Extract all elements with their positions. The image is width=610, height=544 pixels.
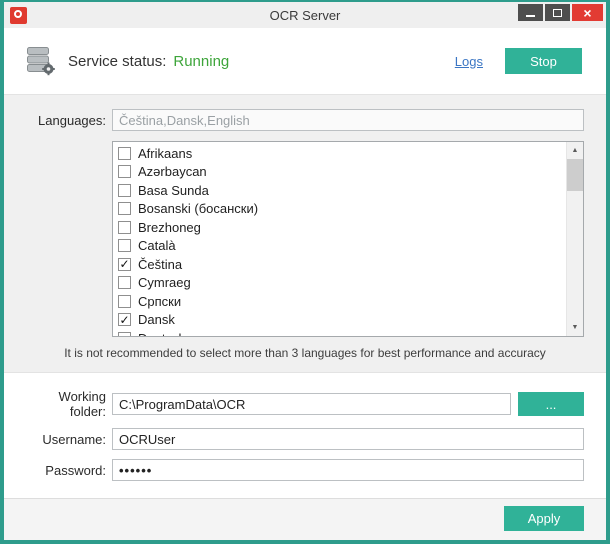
working-folder-label: Working folder:: [26, 389, 106, 419]
language-item[interactable]: Afrikaans: [113, 144, 566, 163]
language-item[interactable]: Deutsch: [113, 329, 566, 336]
username-label: Username:: [26, 432, 106, 447]
working-folder-input[interactable]: [112, 393, 511, 415]
scrollbar-thumb[interactable]: [567, 159, 583, 191]
language-item[interactable]: Basa Sunda: [113, 181, 566, 200]
language-item-label: Deutsch: [138, 331, 186, 336]
checkbox-unchecked-icon[interactable]: [118, 276, 131, 289]
language-list: Afrikaans Azərbaycan Basa Sunda Bosanski (б…: [113, 142, 566, 336]
checkbox-unchecked-icon[interactable]: [118, 221, 131, 234]
apply-button[interactable]: Apply: [504, 506, 584, 531]
checkbox-unchecked-icon[interactable]: [118, 147, 131, 160]
languages-panel: Languages: Afrikaans Azərbaycan Basa Sunda…: [4, 94, 606, 373]
checkbox-unchecked-icon[interactable]: [118, 239, 131, 252]
languages-label: Languages:: [26, 113, 106, 128]
password-input[interactable]: [112, 459, 584, 481]
language-item-label: Čeština: [138, 257, 182, 272]
language-item-label: Dansk: [138, 312, 175, 327]
language-item[interactable]: Azərbaycan: [113, 163, 566, 182]
checkbox-checked-icon[interactable]: ✓: [118, 313, 131, 326]
minimize-icon: [526, 15, 535, 17]
language-item-label: Basa Sunda: [138, 183, 209, 198]
service-status-value: Running: [173, 53, 229, 70]
language-listbox: Afrikaans Azərbaycan Basa Sunda Bosanski (б…: [112, 141, 584, 337]
checkbox-unchecked-icon[interactable]: [118, 165, 131, 178]
checkbox-unchecked-icon[interactable]: [118, 332, 131, 336]
language-item[interactable]: ✓ Čeština: [113, 255, 566, 274]
checkbox-unchecked-icon[interactable]: [118, 295, 131, 308]
window-controls: ×: [518, 4, 603, 21]
language-item[interactable]: Cymraeg: [113, 274, 566, 293]
language-list-scrollbar[interactable]: ▲ ▼: [566, 142, 583, 336]
language-item-label: Brezhoneg: [138, 220, 201, 235]
checkbox-unchecked-icon[interactable]: [118, 184, 131, 197]
minimize-button[interactable]: [518, 4, 543, 21]
app-icon: [10, 7, 27, 24]
browse-button[interactable]: ...: [518, 392, 584, 416]
checkbox-checked-icon[interactable]: ✓: [118, 258, 131, 271]
language-item-label: Català: [138, 238, 176, 253]
footer-bar: Apply: [4, 498, 606, 540]
language-item[interactable]: Српски: [113, 292, 566, 311]
app-logo-icon: [14, 10, 22, 18]
stop-button[interactable]: Stop: [505, 48, 582, 74]
username-input[interactable]: [112, 428, 584, 450]
scrollbar-track[interactable]: [567, 159, 583, 319]
languages-hint: It is not recommended to select more tha…: [26, 346, 584, 360]
language-item[interactable]: Bosanski (босански): [113, 200, 566, 219]
logs-link[interactable]: Logs: [455, 54, 483, 69]
languages-summary-input[interactable]: [112, 109, 584, 131]
language-item-label: Cymraeg: [138, 275, 191, 290]
language-item[interactable]: Brezhoneg: [113, 218, 566, 237]
language-item-label: Bosanski (босански): [138, 201, 258, 216]
maximize-button[interactable]: [545, 4, 570, 21]
ocr-server-window: OCR Server ×: [0, 0, 610, 544]
titlebar: OCR Server ×: [4, 2, 606, 28]
service-status-label: Service status:: [68, 53, 166, 70]
scroll-up-icon[interactable]: ▲: [567, 142, 583, 159]
server-icon: [24, 46, 56, 76]
window-title: OCR Server: [4, 8, 606, 23]
settings-form: Working folder: ... Username: Password:: [4, 373, 606, 494]
close-button[interactable]: ×: [572, 4, 603, 21]
language-item-label: Azərbaycan: [138, 164, 207, 179]
password-label: Password:: [26, 463, 106, 478]
scroll-down-icon[interactable]: ▼: [567, 319, 583, 336]
language-item[interactable]: Català: [113, 237, 566, 256]
status-header: Service status: Running Logs Stop: [4, 28, 606, 94]
language-item-label: Српски: [138, 294, 181, 309]
language-item[interactable]: ✓ Dansk: [113, 311, 566, 330]
language-item-label: Afrikaans: [138, 146, 192, 161]
close-icon: ×: [583, 6, 591, 20]
maximize-icon: [553, 9, 562, 17]
checkbox-unchecked-icon[interactable]: [118, 202, 131, 215]
